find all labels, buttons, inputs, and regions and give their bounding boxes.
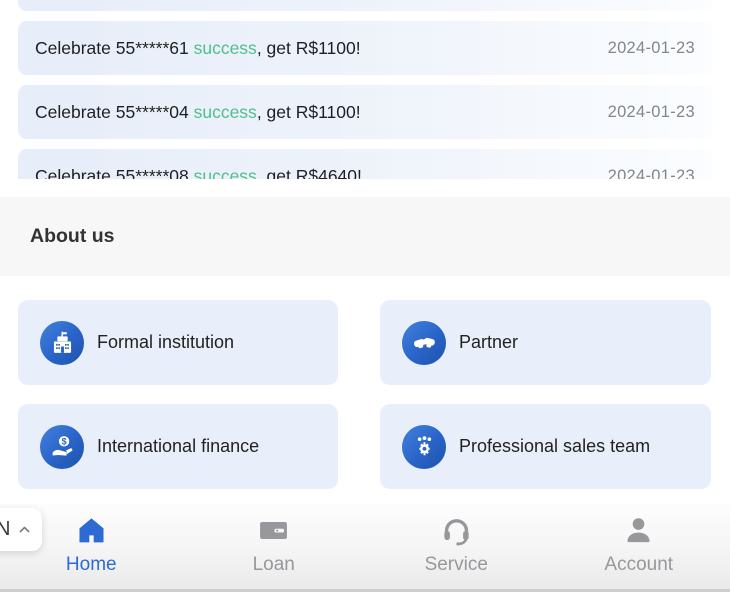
about-cards-grid: Formal institution Partner International…: [0, 276, 730, 489]
notification-row: Celebrate 55*****08 success, get R$4640!…: [18, 149, 712, 179]
notification-row: [18, 0, 712, 11]
nav-label: Account: [604, 554, 674, 575]
about-card-label: International finance: [97, 436, 260, 456]
team-icon: [411, 433, 438, 460]
about-card-professional-sales-team: Professional sales team: [380, 404, 711, 489]
collapsed-panel-label: N: [0, 518, 11, 540]
finance-icon: [49, 433, 76, 460]
handshake-icon: [411, 329, 438, 356]
about-title: About us: [30, 225, 115, 247]
bottom-nav-bar: Home Loan Service Account: [0, 504, 730, 592]
success-highlight: success: [193, 165, 257, 180]
about-card-partner: Partner: [380, 300, 711, 385]
about-card-formal-institution: Formal institution: [18, 300, 338, 385]
nav-item-service[interactable]: Service: [365, 504, 548, 592]
nav-label: Loan: [252, 554, 295, 575]
nav-label: Home: [65, 554, 117, 575]
person-icon: [623, 515, 654, 546]
institution-icon: [49, 329, 76, 356]
about-card-label: Formal institution: [97, 332, 235, 352]
success-highlight: success: [193, 37, 257, 58]
nav-label: Service: [424, 554, 488, 575]
home-icon: [76, 515, 107, 546]
nav-item-account[interactable]: Account: [548, 504, 730, 592]
notification-date: 2024-01-23: [607, 102, 695, 121]
about-card-label: Professional sales team: [459, 436, 651, 456]
about-card-international-finance: International finance: [18, 404, 338, 489]
notification-message: Celebrate 55*****04 success, get R$1100!: [35, 101, 361, 122]
about-section-header: About us: [0, 197, 730, 276]
collapsed-panel-toggle[interactable]: N: [0, 508, 42, 551]
about-card-label: Partner: [459, 332, 519, 352]
nav-item-loan[interactable]: Loan: [183, 504, 366, 592]
notification-row: Celebrate 55*****04 success, get R$1100!…: [18, 85, 712, 139]
notification-message: Celebrate 55*****61 success, get R$1100!: [35, 37, 361, 58]
notification-list: Celebrate 55*****61 success, get R$1100!…: [0, 0, 730, 179]
wallet-icon: [258, 515, 289, 546]
success-highlight: success: [193, 101, 257, 122]
notification-date: 2024-01-23: [607, 166, 695, 180]
notification-row: Celebrate 55*****61 success, get R$1100!…: [18, 21, 712, 75]
chevron-up-icon: [17, 522, 32, 537]
notification-message: Celebrate 55*****08 success, get R$4640!: [35, 166, 608, 180]
notification-date: 2024-01-23: [607, 38, 695, 57]
headset-icon: [441, 515, 472, 546]
